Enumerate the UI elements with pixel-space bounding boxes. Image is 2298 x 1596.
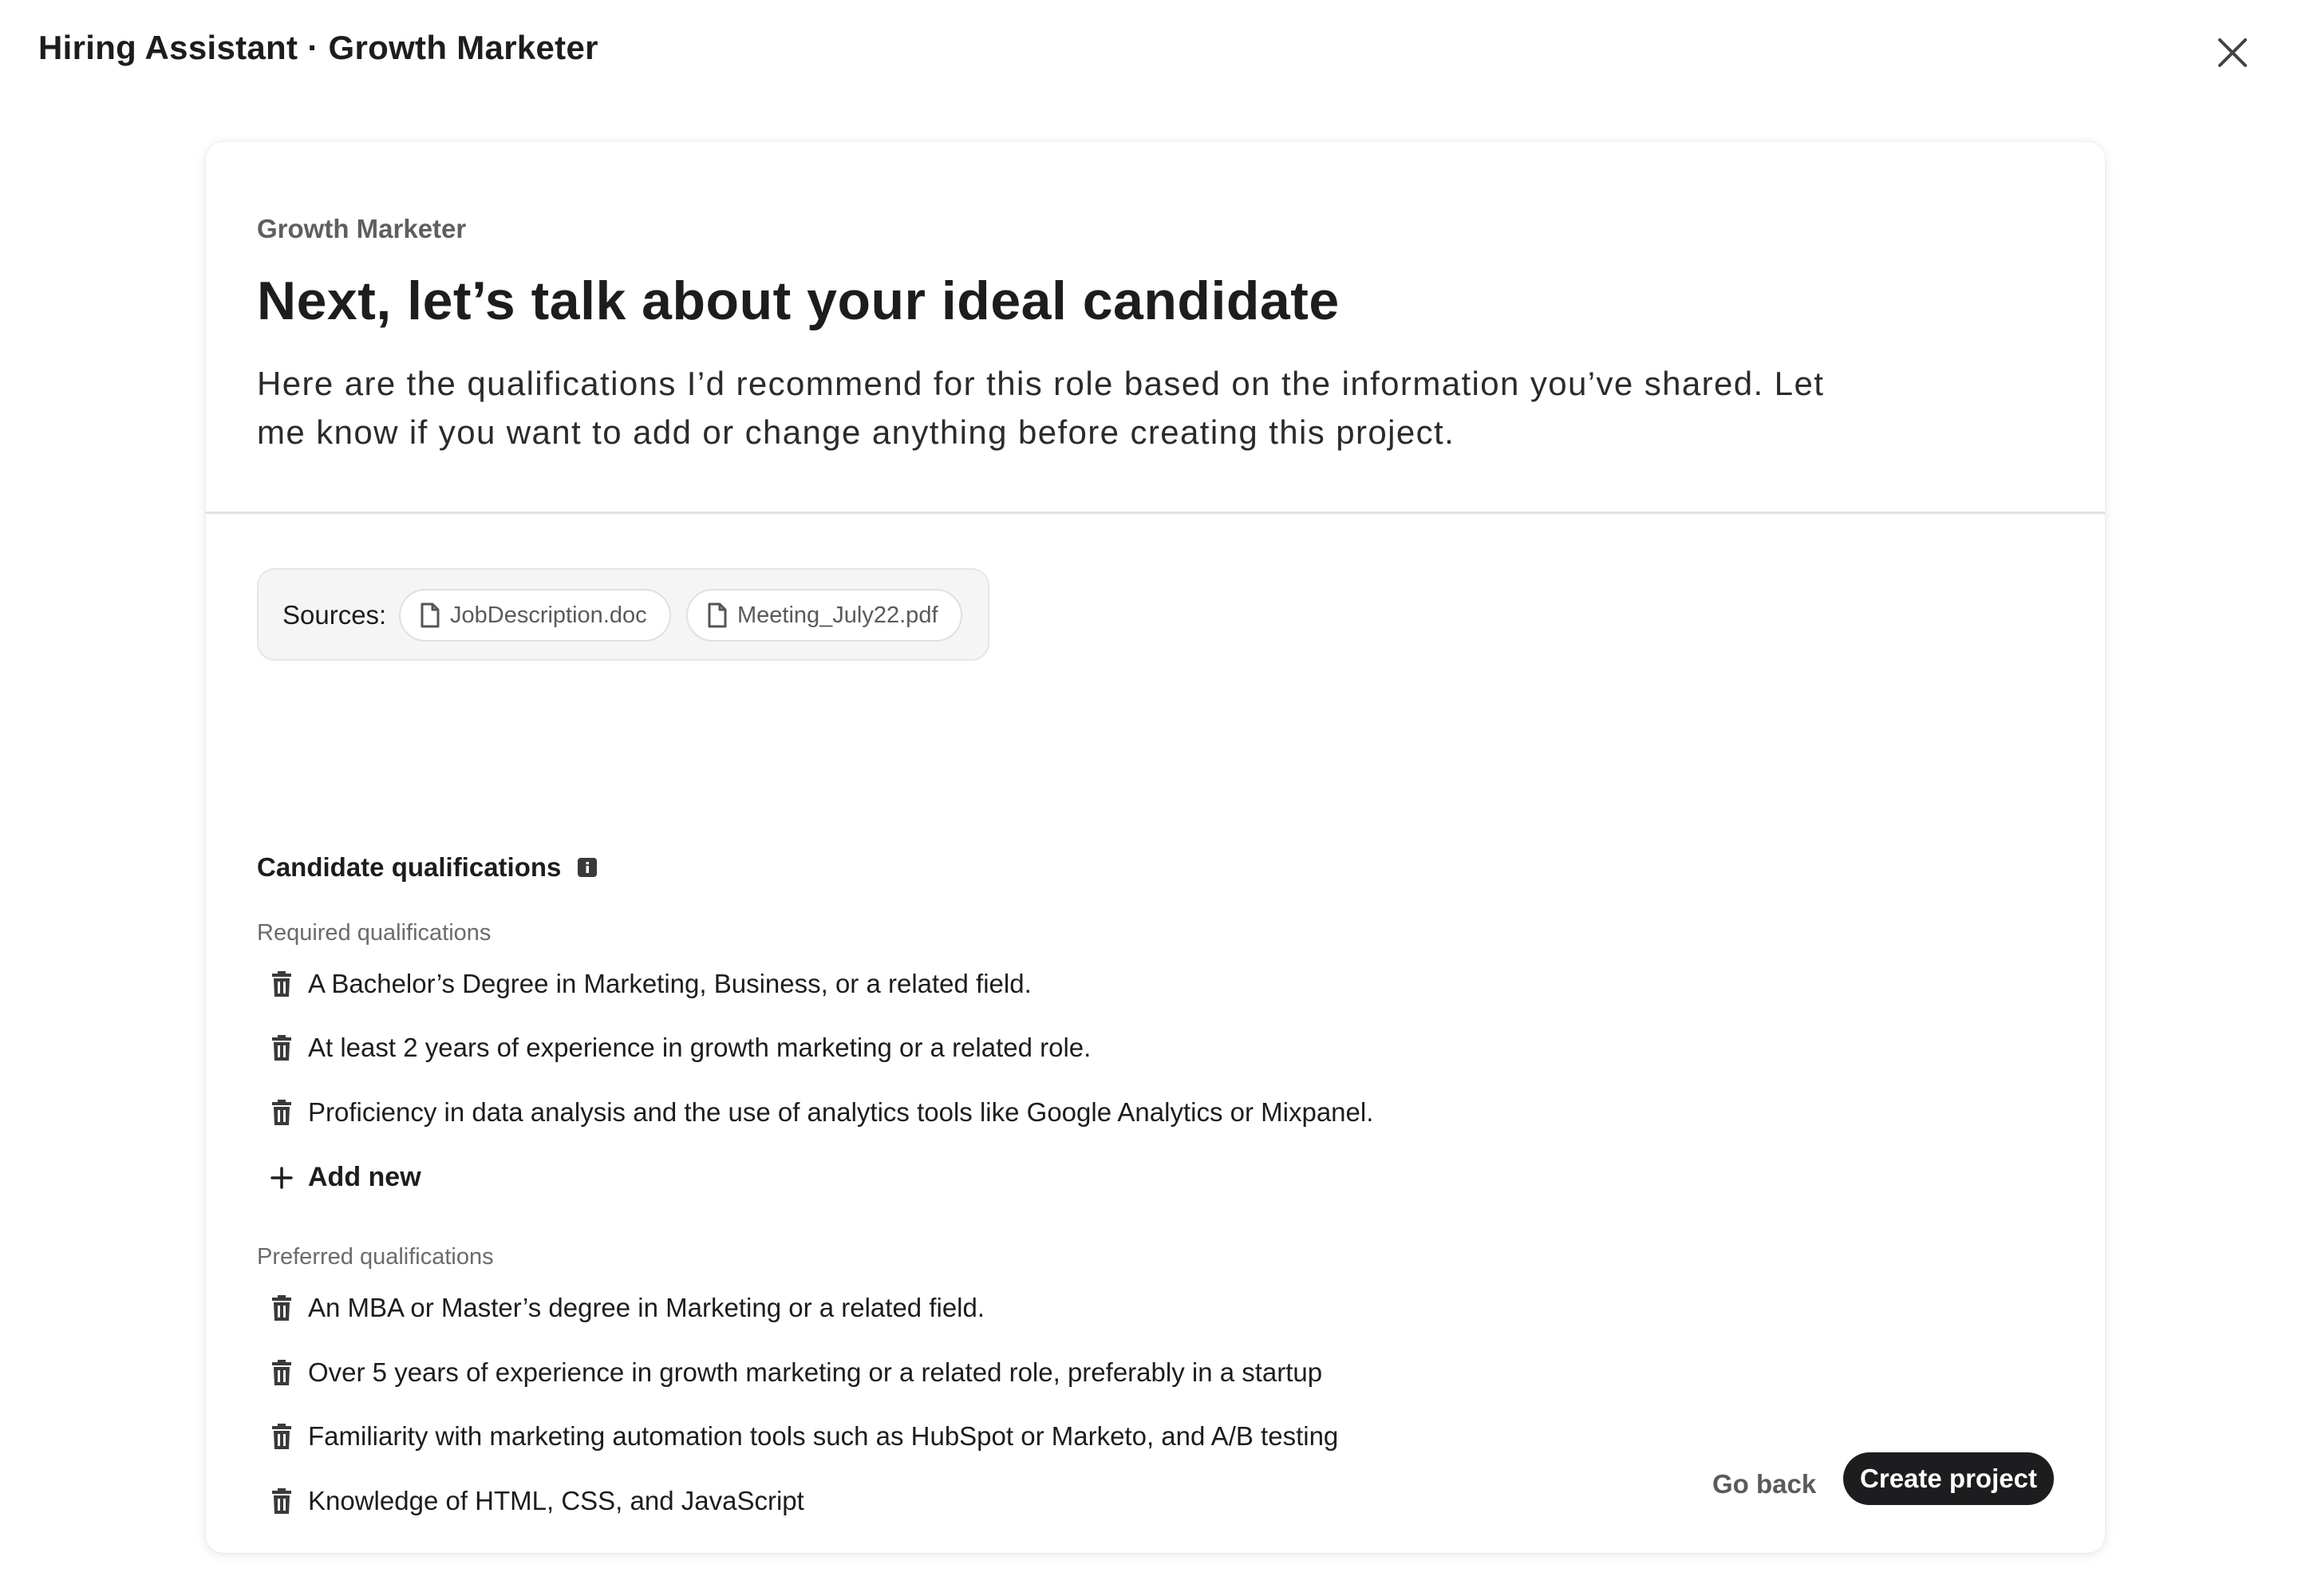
delete-button[interactable] — [270, 1423, 294, 1450]
qualification-text: Knowledge of HTML, CSS, and JavaScript — [308, 1486, 804, 1515]
qualification-text: Familiarity with marketing automation to… — [308, 1421, 1339, 1451]
close-button[interactable] — [2212, 32, 2253, 73]
file-icon — [421, 602, 440, 628]
qualification-text: At least 2 years of experience in growth… — [308, 1033, 1092, 1062]
source-chip-meeting[interactable]: Meeting_July22.pdf — [686, 589, 962, 642]
delete-button[interactable] — [270, 1034, 294, 1061]
add-new-label: Add new — [308, 1162, 421, 1192]
top-bar: Hiring Assistant · Growth Marketer — [0, 0, 2298, 104]
section-title-text: Candidate qualifications — [257, 852, 562, 882]
trash-icon — [272, 1360, 291, 1385]
app-title: Hiring Assistant · Growth Marketer — [38, 29, 598, 66]
list-item: Proficiency in data analysis and the use… — [270, 1097, 1373, 1128]
delete-button[interactable] — [270, 1294, 294, 1321]
list-item: Knowledge of HTML, CSS, and JavaScript — [270, 1486, 804, 1516]
go-back-button[interactable]: Go back — [1704, 1459, 1824, 1510]
close-icon — [2218, 38, 2247, 67]
trash-icon — [272, 1424, 291, 1449]
role-label: Growth Marketer — [257, 214, 467, 243]
delete-button[interactable] — [270, 970, 294, 998]
list-item: At least 2 years of experience in growth… — [270, 1033, 1091, 1063]
page-title: Next, let’s talk about your ideal candid… — [257, 271, 1340, 331]
delete-button[interactable] — [270, 1359, 294, 1386]
file-icon — [708, 602, 727, 628]
add-new-button[interactable]: Add new — [270, 1162, 421, 1193]
trash-icon — [272, 1488, 291, 1514]
list-item: A Bachelor’s Degree in Marketing, Busine… — [270, 969, 1032, 999]
qualification-text: Proficiency in data analysis and the use… — [308, 1097, 1374, 1127]
create-project-button[interactable]: Create project — [1843, 1452, 2054, 1505]
preferred-qualifications-label: Preferred qualifications — [257, 1244, 494, 1270]
delete-button[interactable] — [270, 1487, 294, 1515]
source-chip-job-description[interactable]: JobDescription.doc — [399, 589, 671, 642]
sources-box: Sources: JobDescription.doc Meeting_July… — [257, 568, 989, 661]
source-chip-label: Meeting_July22.pdf — [737, 602, 938, 628]
intro-text: Here are the qualifications I’d recommen… — [257, 365, 1825, 451]
sources-label: Sources: — [282, 600, 387, 630]
trash-icon — [272, 1100, 291, 1125]
delete-button[interactable] — [270, 1099, 294, 1126]
list-item: Over 5 years of experience in growth mar… — [270, 1357, 1322, 1388]
trash-icon — [272, 971, 291, 997]
plus-icon — [270, 1166, 293, 1189]
list-item: An MBA or Master’s degree in Marketing o… — [270, 1293, 985, 1323]
qualification-text: Over 5 years of experience in growth mar… — [308, 1357, 1323, 1387]
qualification-text: An MBA or Master’s degree in Marketing o… — [308, 1293, 985, 1322]
qualifications-card: Growth Marketer Next, let’s talk about y… — [206, 142, 2105, 1553]
trash-icon — [272, 1295, 291, 1321]
required-qualifications-label: Required qualifications — [257, 920, 492, 946]
qualification-text: A Bachelor’s Degree in Marketing, Busine… — [308, 969, 1032, 998]
info-icon[interactable] — [577, 857, 598, 878]
card-header: Growth Marketer Next, let’s talk about y… — [206, 142, 2105, 514]
candidate-qualifications-heading: Candidate qualifications — [257, 852, 598, 883]
trash-icon — [272, 1035, 291, 1061]
source-chip-label: JobDescription.doc — [450, 602, 647, 628]
list-item: Familiarity with marketing automation to… — [270, 1421, 1338, 1452]
